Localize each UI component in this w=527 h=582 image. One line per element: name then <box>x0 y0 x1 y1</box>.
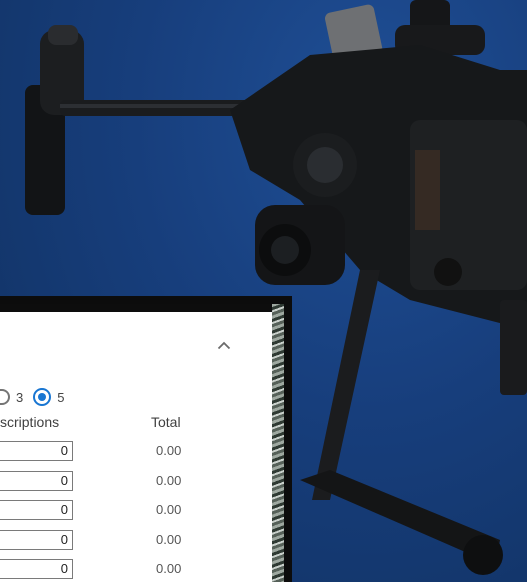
radio-option-3[interactable] <box>0 389 10 405</box>
table-row: 0 0.00 <box>0 471 270 493</box>
term-radio-group: 3 5 <box>0 388 74 406</box>
radio-label-5: 5 <box>57 389 65 405</box>
chevron-up-icon <box>217 341 231 349</box>
row-total: 0.00 <box>156 561 182 576</box>
landing-leg <box>312 270 380 500</box>
table-row: 0 0.00 <box>0 441 270 463</box>
row-total: 0.00 <box>156 502 182 517</box>
quantity-input[interactable]: 0 <box>0 559 73 579</box>
column-header-total: Total <box>151 414 181 430</box>
table-row: 0 0.00 <box>0 500 270 522</box>
quantity-input[interactable]: 0 <box>0 500 73 520</box>
table-row: 0 0.00 <box>0 530 270 552</box>
row-total: 0.00 <box>156 443 182 458</box>
quantity-input[interactable]: 0 <box>0 471 73 491</box>
quantity-input[interactable]: 0 <box>0 530 73 550</box>
row-total: 0.00 <box>156 532 182 547</box>
table-row: 0 0.00 <box>0 559 270 581</box>
collapse-button[interactable] <box>213 334 235 356</box>
vertical-scrollbar[interactable] <box>272 312 284 582</box>
row-total: 0.00 <box>156 473 182 488</box>
column-header-subscriptions: scriptions <box>0 414 60 430</box>
radio-option-5[interactable] <box>33 388 52 406</box>
radio-label-3: 3 <box>16 389 24 405</box>
scroll-up-arrow-icon[interactable] <box>275 314 283 319</box>
quantity-input[interactable]: 0 <box>0 441 73 461</box>
